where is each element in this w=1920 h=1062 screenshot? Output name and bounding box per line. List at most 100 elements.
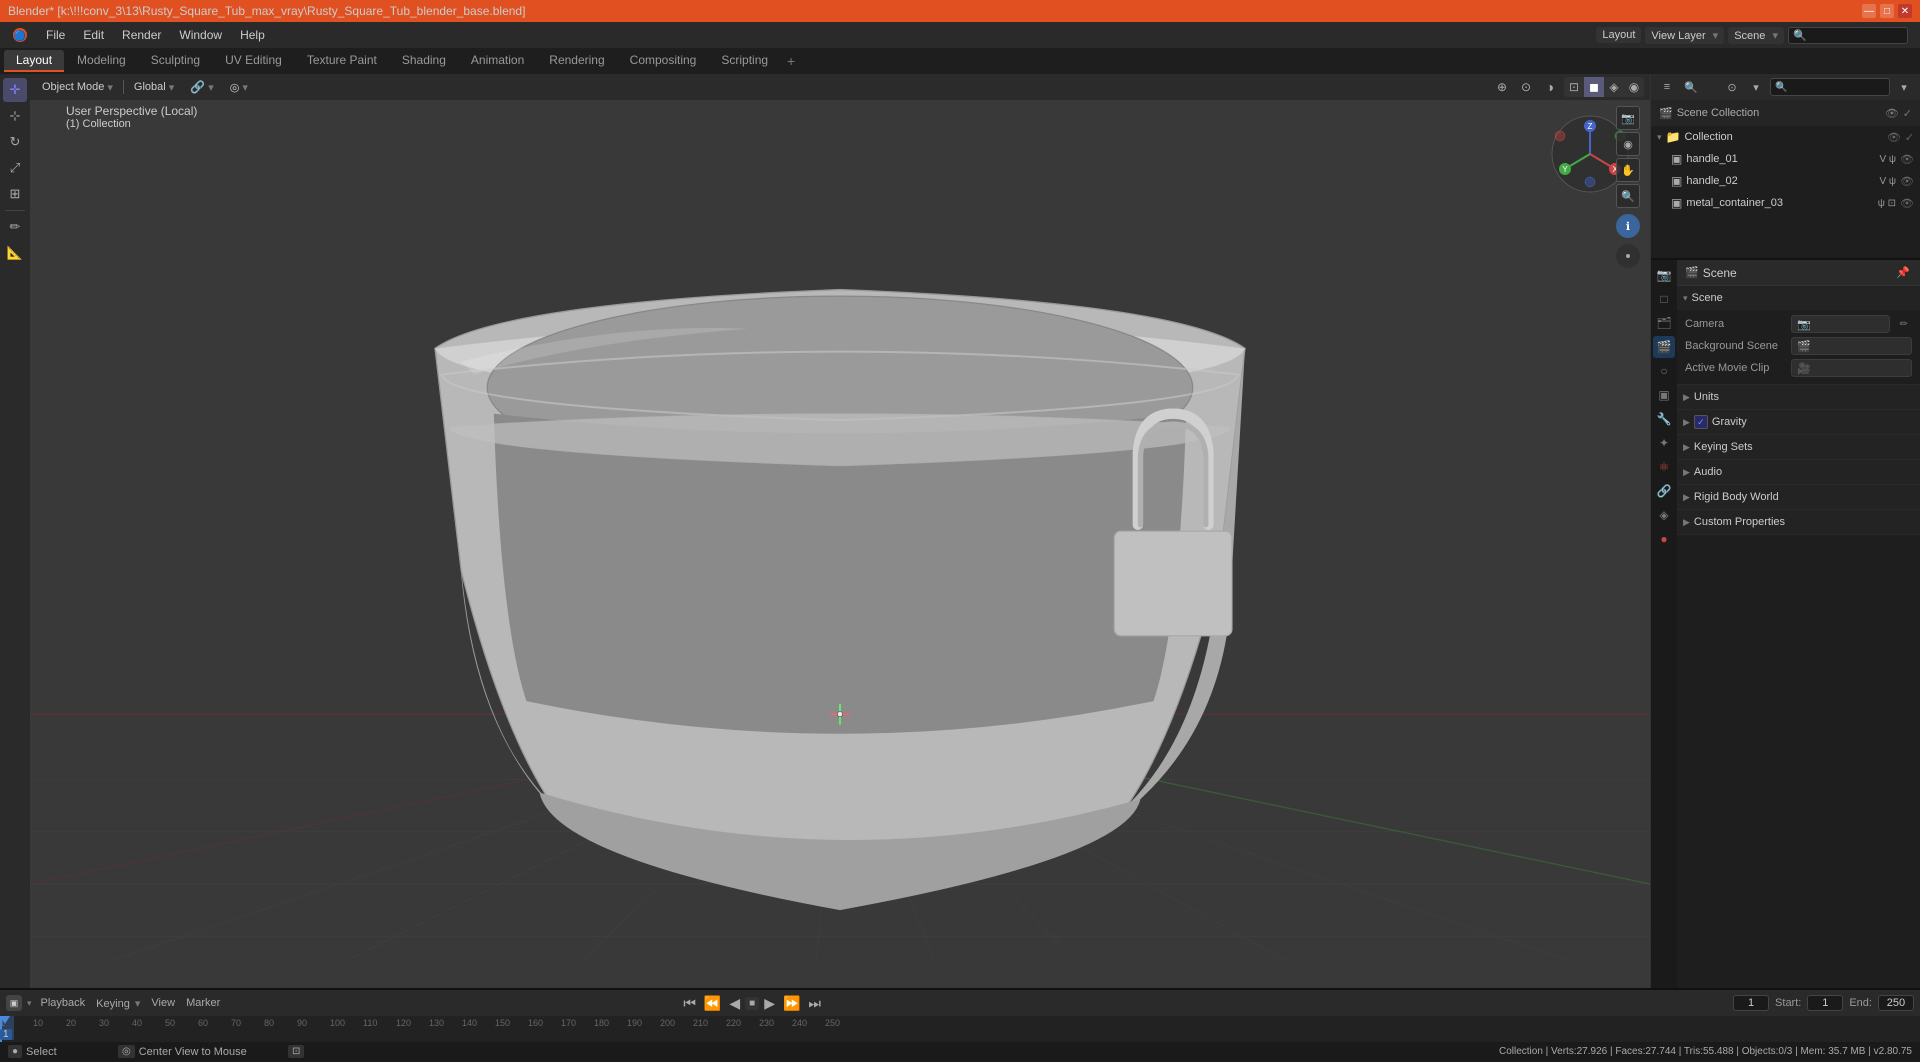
- file-menu[interactable]: File: [38, 26, 73, 44]
- viewport-overlay-toggle[interactable]: ⊙: [1516, 77, 1536, 97]
- outliner-item-handle01[interactable]: ▣ handle_01 V ψ 👁: [1651, 148, 1920, 170]
- metalcontainer-visibility[interactable]: 👁: [1900, 197, 1914, 210]
- 3d-scene-view[interactable]: [30, 74, 1650, 962]
- jump-to-end-btn[interactable]: ⏭: [805, 995, 824, 1012]
- data-props-icon[interactable]: ◈: [1653, 504, 1675, 526]
- tab-uv-editing[interactable]: UV Editing: [213, 50, 294, 72]
- scale-tool[interactable]: ⤢: [3, 156, 27, 180]
- end-frame-display[interactable]: 250: [1878, 995, 1914, 1011]
- timeline-type-icon[interactable]: ▣: [6, 995, 22, 1011]
- material-mode-btn[interactable]: ◈: [1604, 77, 1624, 97]
- object-props-icon[interactable]: ▣: [1653, 384, 1675, 406]
- viewport-render-btn[interactable]: ◉: [1616, 132, 1640, 156]
- outliner-item-metalcontainer[interactable]: ▣ metal_container_03 ψ ⊡ 👁: [1651, 192, 1920, 214]
- gravity-section-header[interactable]: ▶ Gravity: [1677, 410, 1920, 434]
- render-props-icon[interactable]: 📷: [1653, 264, 1675, 286]
- outliner-item-collection[interactable]: ▾ 📁 Collection 👁 ✓: [1651, 126, 1920, 148]
- filter-icon[interactable]: ≡: [1657, 77, 1677, 97]
- wireframe-mode-btn[interactable]: ⊡: [1564, 77, 1584, 97]
- stop-btn[interactable]: ■: [745, 997, 759, 1010]
- keying-sets-header[interactable]: ▶ Keying Sets: [1677, 435, 1920, 459]
- timeline-frame-ruler[interactable]: 1 10 20 30 40 50 60 70 80 90 100 110 120…: [0, 1016, 1920, 1042]
- measure-tool[interactable]: 📐: [3, 241, 27, 265]
- collection-visibility[interactable]: 👁: [1887, 131, 1901, 144]
- rotate-tool[interactable]: ↻: [3, 130, 27, 154]
- maximize-button[interactable]: □: [1880, 4, 1894, 18]
- tab-layout[interactable]: Layout: [4, 50, 64, 72]
- viewport-camera-btn[interactable]: 📷: [1616, 106, 1640, 130]
- current-frame-badge[interactable]: 1: [0, 1029, 12, 1040]
- view-menu[interactable]: View: [147, 996, 179, 1010]
- outliner-options-icon[interactable]: ⊙: [1722, 77, 1742, 97]
- viewlayer-props-icon[interactable]: 🗂: [1653, 312, 1675, 334]
- close-button[interactable]: ✕: [1898, 4, 1912, 18]
- move-tool[interactable]: ⊹: [3, 104, 27, 128]
- blender-menu[interactable]: 🔵: [4, 25, 36, 45]
- tab-animation[interactable]: Animation: [459, 50, 536, 72]
- background-scene-field[interactable]: 🎬: [1791, 337, 1912, 355]
- viewport-help-btn[interactable]: ℹ: [1616, 214, 1640, 238]
- viewport-move-btn[interactable]: ✋: [1616, 158, 1640, 182]
- outliner-search-field[interactable]: 🔍: [1770, 78, 1890, 96]
- search-box[interactable]: 🔍: [1788, 27, 1908, 44]
- material-props-icon[interactable]: ●: [1653, 528, 1675, 550]
- constraint-props-icon[interactable]: 🔗: [1653, 480, 1675, 502]
- cursor-tool[interactable]: ✛: [3, 78, 27, 102]
- camera-edit-btn[interactable]: ✏: [1896, 318, 1912, 331]
- render-mode-btn[interactable]: ◉: [1624, 77, 1644, 97]
- custom-props-header[interactable]: ▶ Custom Properties: [1677, 510, 1920, 534]
- marker-menu[interactable]: Marker: [182, 996, 224, 1010]
- tab-scripting[interactable]: Scripting: [709, 50, 780, 72]
- tab-rendering[interactable]: Rendering: [537, 50, 616, 72]
- start-frame-display[interactable]: 1: [1807, 995, 1843, 1011]
- playback-menu[interactable]: Playback: [37, 996, 90, 1010]
- prop-editing-btn[interactable]: ◎ ▾: [224, 79, 254, 96]
- physics-props-icon[interactable]: ⚛: [1653, 456, 1675, 478]
- tab-shading[interactable]: Shading: [390, 50, 458, 72]
- object-mode-selector[interactable]: Object Mode ▾: [36, 79, 119, 96]
- audio-section-header[interactable]: ▶ Audio: [1677, 460, 1920, 484]
- edit-menu[interactable]: Edit: [75, 26, 112, 44]
- active-movie-clip-field[interactable]: 🎥: [1791, 359, 1912, 377]
- units-section-header[interactable]: ▶ Units: [1677, 385, 1920, 409]
- transform-tool[interactable]: ⊞: [3, 182, 27, 206]
- gravity-checkbox[interactable]: [1694, 415, 1708, 429]
- modifier-props-icon[interactable]: 🔧: [1653, 408, 1675, 430]
- scene-selector[interactable]: Scene ▾: [1728, 27, 1784, 44]
- annotate-tool[interactable]: ✏: [3, 215, 27, 239]
- viewport-gizmo-toggle[interactable]: ⊕: [1492, 77, 1512, 97]
- viewport-xray-toggle[interactable]: ◑: [1540, 77, 1560, 97]
- search-outliner-icon[interactable]: 🔍: [1681, 77, 1701, 97]
- play-btn[interactable]: ▶: [761, 995, 778, 1012]
- prev-frame-btn[interactable]: ⏪: [701, 995, 724, 1012]
- collection-select[interactable]: ✓: [1905, 131, 1914, 144]
- outliner-add-icon[interactable]: ▾: [1894, 77, 1914, 97]
- camera-field[interactable]: 📷: [1791, 315, 1890, 333]
- rigid-body-header[interactable]: ▶ Rigid Body World: [1677, 485, 1920, 509]
- orientation-mini-dot[interactable]: [1616, 244, 1640, 268]
- solid-mode-btn[interactable]: ◼: [1584, 77, 1604, 97]
- play-reverse-btn[interactable]: ◀: [726, 995, 743, 1012]
- handle02-visibility[interactable]: 👁: [1900, 175, 1914, 188]
- outliner-item-handle02[interactable]: ▣ handle_02 V ψ 👁: [1651, 170, 1920, 192]
- window-menu[interactable]: Window: [171, 26, 230, 44]
- output-props-icon[interactable]: □: [1653, 288, 1675, 310]
- viewport-zoom-btn[interactable]: 🔍: [1616, 184, 1640, 208]
- jump-to-start-btn[interactable]: ⏮: [680, 995, 699, 1012]
- keying-menu[interactable]: Keying ▾: [92, 996, 144, 1011]
- world-props-icon[interactable]: ○: [1653, 360, 1675, 382]
- particle-props-icon[interactable]: ✦: [1653, 432, 1675, 454]
- scene-section-header[interactable]: ▾ Scene: [1677, 286, 1920, 310]
- current-frame-display[interactable]: 1: [1733, 995, 1769, 1011]
- help-menu[interactable]: Help: [232, 26, 273, 44]
- tab-modeling[interactable]: Modeling: [65, 50, 138, 72]
- props-pin-icon[interactable]: 📌: [1894, 264, 1912, 282]
- tab-compositing[interactable]: Compositing: [618, 50, 709, 72]
- global-orientation-selector[interactable]: Global ▾: [128, 79, 180, 96]
- tab-sculpting[interactable]: Sculpting: [139, 50, 212, 72]
- outliner-filter-icon[interactable]: ▾: [1746, 77, 1766, 97]
- handle01-visibility[interactable]: 👁: [1900, 153, 1914, 166]
- render-menu[interactable]: Render: [114, 26, 169, 44]
- snap-selector[interactable]: 🔗 ▾: [184, 78, 219, 96]
- tab-texture-paint[interactable]: Texture Paint: [295, 50, 389, 72]
